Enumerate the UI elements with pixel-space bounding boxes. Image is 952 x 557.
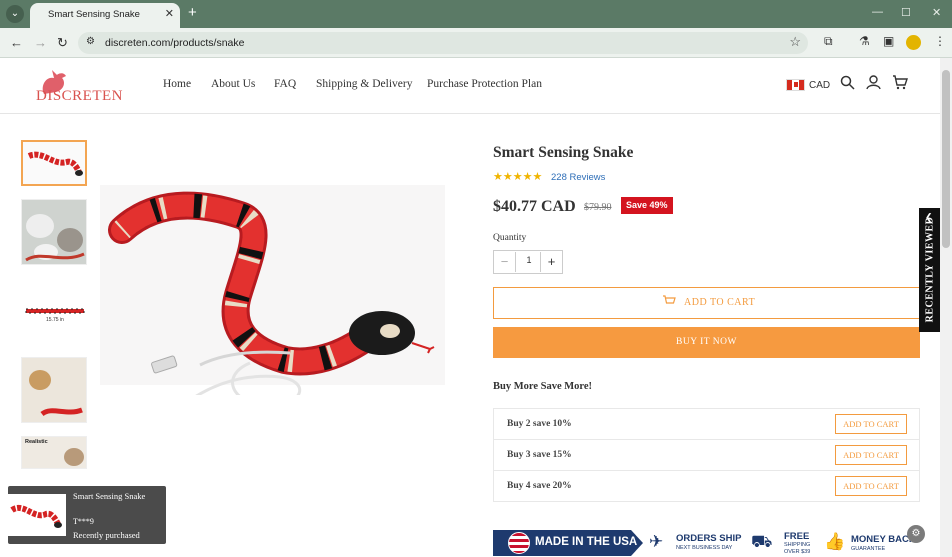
tab-title: Smart Sensing Snake [48,9,140,20]
nav-faq[interactable]: FAQ [274,78,296,90]
quantity-input[interactable]: 1 [518,255,540,265]
compare-price: $79.90 [584,202,612,213]
buy-now-label: BUY IT NOW [676,337,737,347]
made-in-usa-text: MADE IN THE USA [535,536,638,548]
bundle-row: Buy 2 save 10% ADD TO CART [494,409,919,440]
save-badge: Save 49% [621,197,673,214]
bundle-list: Buy 2 save 10% ADD TO CART Buy 3 save 15… [493,408,920,502]
snake-size-image [25,308,85,314]
recently-viewed-tab[interactable]: ❮ RECENTLY VIEWED [919,208,940,332]
currency-selector[interactable]: CAD [809,80,830,91]
recently-viewed-label: RECENTLY VIEWED [924,216,936,323]
cat-playing-image [22,200,86,264]
bookmark-star-icon[interactable]: ☆ [789,34,801,50]
bundle-row: Buy 3 save 15% ADD TO CART [494,440,919,471]
product-title: Smart Sensing Snake [493,144,634,161]
snake-thumb-image [23,142,85,184]
orders-ship-text: ORDERS SHIP [676,533,742,544]
made-in-usa-badge: MADE IN THE USA [493,530,643,556]
browser-tab-bar: ⌄ Smart Sensing Snake ✕ + — ☐ ✕ [0,0,952,28]
reload-icon[interactable]: ↻ [57,35,68,51]
bundle-heading: Buy More Save More! [493,381,593,392]
popup-status: Recently purchased [73,530,140,540]
free-text: FREE [784,531,810,542]
us-flag-icon [508,532,530,554]
bundle-add-to-cart-button[interactable]: ADD TO CART [835,445,907,465]
size-label: 15.75 in [46,317,64,323]
nav-about-us[interactable]: About Us [211,78,255,90]
close-window-icon[interactable]: ✕ [932,6,941,19]
tab-search-icon[interactable]: ⌄ [6,5,24,23]
back-icon[interactable]: ← [10,35,23,50]
tab-close-icon[interactable]: ✕ [165,7,174,20]
cart-icon[interactable] [892,75,908,90]
extensions-icon[interactable]: ⧉ [824,34,833,49]
page-scrollbar[interactable] [940,58,952,557]
quantity-increase-button[interactable]: + [540,252,562,272]
side-panel-icon[interactable]: ▣ [883,34,894,48]
address-bar-row: ← → ↻ ⚙ discreten.com/products/snake ☆ ⧉… [0,28,952,58]
popup-title: Smart Sensing Snake [73,491,146,501]
guarantee-text: GUARANTEE [851,546,886,552]
over-39-text: OVER $39 [784,549,811,555]
bundle-add-to-cart-button[interactable]: ADD TO CART [835,476,907,496]
truck-icon: ⛟ [751,532,773,551]
omnibox[interactable]: ⚙ discreten.com/products/snake ☆ [78,32,808,54]
bundle-add-to-cart-button[interactable]: ADD TO CART [835,414,907,434]
product-thumb-4[interactable] [21,357,87,423]
bundle-label: Buy 3 save 15% [507,450,572,460]
menu-kebab-icon[interactable]: ⋮ [934,34,946,48]
forward-icon[interactable]: → [34,35,47,50]
maximize-icon[interactable]: ☐ [901,6,911,19]
reviews-link[interactable]: 228 Reviews [551,172,605,183]
lab-flask-icon[interactable]: ⚗ [859,34,870,48]
site-info-icon[interactable]: ⚙ [86,36,95,47]
product-thumb-5[interactable]: Realistic [21,436,87,469]
shipping-text: SHIPPING [784,542,811,548]
nav-home[interactable]: Home [163,78,191,90]
nav-shipping-delivery[interactable]: Shipping & Delivery [316,78,412,90]
product-price: $40.77 CAD [493,198,576,215]
quantity-stepper: − 1 + [493,250,563,274]
quantity-label: Quantity [493,233,527,243]
product-thumb-1[interactable] [21,140,87,186]
header-divider [0,113,940,114]
search-icon[interactable] [840,75,855,90]
url-text[interactable]: discreten.com/products/snake [105,37,244,49]
add-to-cart-button[interactable]: ADD TO CART [493,287,920,319]
scrollbar-thumb[interactable] [942,70,950,248]
canada-flag-icon[interactable] [786,79,805,91]
bundle-label: Buy 2 save 10% [507,419,572,429]
popup-product-image [8,494,66,536]
site-logo[interactable]: DISCRETEN [32,66,127,106]
recent-purchase-popup[interactable]: Smart Sensing Snake T***9 Recently purch… [8,486,166,544]
buy-now-button[interactable]: BUY IT NOW [493,327,920,358]
next-business-day-text: NEXT BUSINESS DAY [676,545,733,551]
page-content: DISCRETEN Home About Us FAQ Shipping & D… [0,58,940,557]
quantity-decrease-button[interactable]: − [494,252,516,272]
rating-stars-icon[interactable]: ★★★★★ [493,170,542,183]
profile-avatar[interactable] [906,35,921,50]
product-thumb-2[interactable] [21,199,87,265]
new-tab-icon[interactable]: + [188,4,197,21]
popup-user: T***9 [73,517,94,526]
browser-tab[interactable]: Smart Sensing Snake ✕ [30,3,180,28]
nav-purchase-protection[interactable]: Purchase Protection Plan [427,78,542,90]
thumbs-up-icon: 👍 [824,532,846,551]
product-main-image[interactable] [100,135,445,395]
settings-fab-icon[interactable]: ⚙ [907,525,925,543]
product-thumb-3[interactable]: 15.75 in [21,278,87,344]
plane-icon: ✈ [649,532,664,551]
thumb-realistic-label: Realistic [25,439,48,445]
cart-icon [663,295,676,304]
add-to-cart-label: ADD TO CART [684,297,756,308]
minimize-icon[interactable]: — [872,6,883,18]
account-icon[interactable] [866,75,881,90]
money-back-text: MONEY BACK [851,534,916,545]
logo-text: DISCRETEN [36,88,123,104]
bundle-label: Buy 4 save 20% [507,481,572,491]
bundle-row: Buy 4 save 20% ADD TO CART [494,471,919,502]
kitten-snake-image [22,358,86,422]
trust-badges: MADE IN THE USA ✈ ORDERS SHIP NEXT BUSIN… [493,530,920,557]
